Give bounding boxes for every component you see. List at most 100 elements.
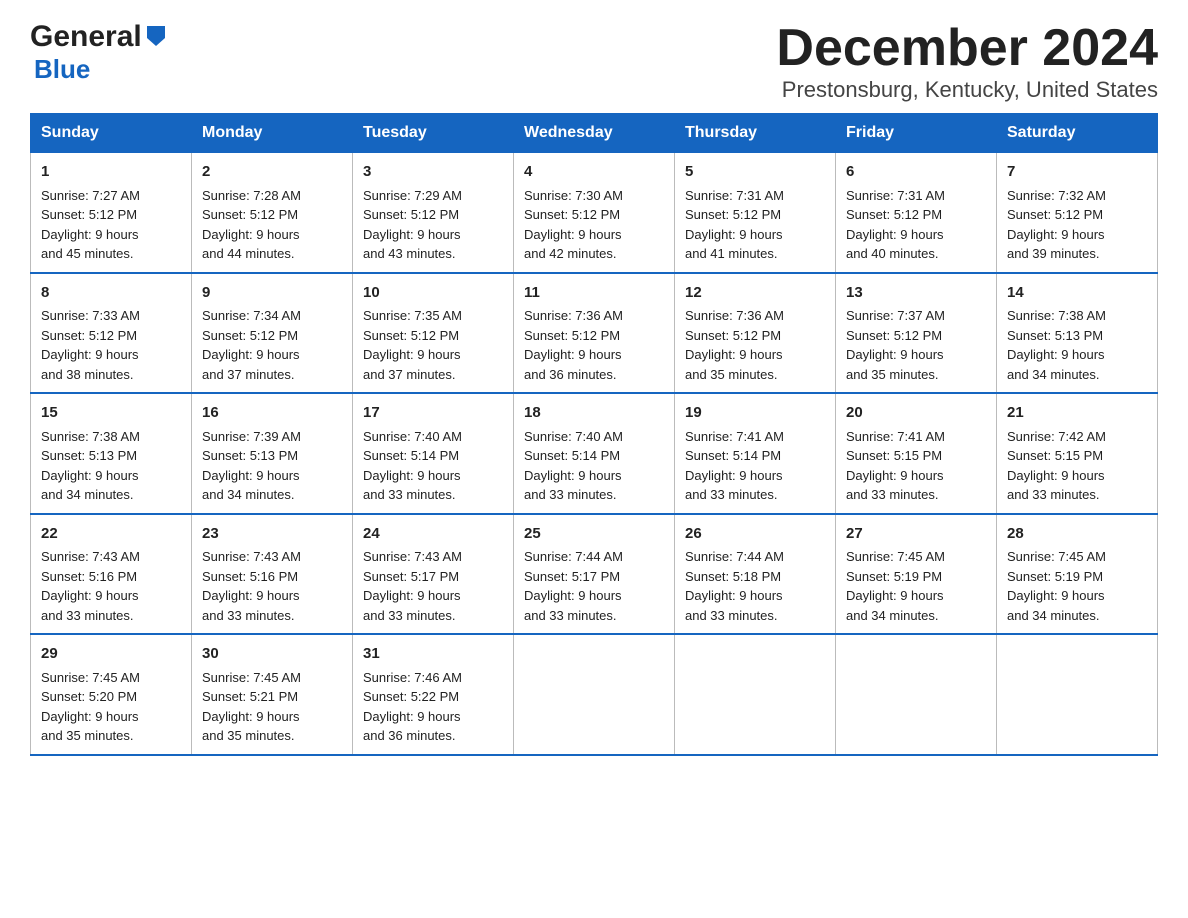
calendar-cell: 31 Sunrise: 7:46 AM Sunset: 5:22 PM Dayl… bbox=[353, 634, 514, 755]
calendar-cell: 6 Sunrise: 7:31 AM Sunset: 5:12 PM Dayli… bbox=[836, 153, 997, 273]
sunrise-text: Sunrise: 7:28 AM bbox=[202, 188, 301, 203]
daylight-text: Daylight: 9 hours bbox=[1007, 588, 1105, 603]
day-number: 30 bbox=[202, 643, 342, 666]
daylight-text: Daylight: 9 hours bbox=[202, 468, 300, 483]
calendar-cell bbox=[836, 634, 997, 755]
daylight-text: Daylight: 9 hours bbox=[524, 347, 622, 362]
day-number: 15 bbox=[41, 402, 181, 425]
sunrise-text: Sunrise: 7:42 AM bbox=[1007, 429, 1106, 444]
daylight-text2: and 42 minutes. bbox=[524, 246, 617, 261]
daylight-text2: and 33 minutes. bbox=[685, 608, 778, 623]
sunrise-text: Sunrise: 7:32 AM bbox=[1007, 188, 1106, 203]
daylight-text: Daylight: 9 hours bbox=[685, 347, 783, 362]
calendar-cell: 9 Sunrise: 7:34 AM Sunset: 5:12 PM Dayli… bbox=[192, 273, 353, 394]
calendar-cell bbox=[997, 634, 1158, 755]
daylight-text2: and 37 minutes. bbox=[363, 367, 456, 382]
weekday-header-sunday: Sunday bbox=[31, 114, 192, 153]
sunrise-text: Sunrise: 7:43 AM bbox=[202, 549, 301, 564]
day-number: 19 bbox=[685, 402, 825, 425]
calendar-cell: 30 Sunrise: 7:45 AM Sunset: 5:21 PM Dayl… bbox=[192, 634, 353, 755]
logo: General Blue bbox=[30, 20, 167, 85]
sunrise-text: Sunrise: 7:27 AM bbox=[41, 188, 140, 203]
calendar-week-row: 22 Sunrise: 7:43 AM Sunset: 5:16 PM Dayl… bbox=[31, 514, 1158, 635]
daylight-text: Daylight: 9 hours bbox=[1007, 227, 1105, 242]
sunset-text: Sunset: 5:17 PM bbox=[363, 569, 459, 584]
sunrise-text: Sunrise: 7:45 AM bbox=[202, 670, 301, 685]
calendar-cell bbox=[675, 634, 836, 755]
calendar-cell: 5 Sunrise: 7:31 AM Sunset: 5:12 PM Dayli… bbox=[675, 153, 836, 273]
calendar-cell: 23 Sunrise: 7:43 AM Sunset: 5:16 PM Dayl… bbox=[192, 514, 353, 635]
sunset-text: Sunset: 5:14 PM bbox=[363, 448, 459, 463]
calendar-header-row: SundayMondayTuesdayWednesdayThursdayFrid… bbox=[31, 114, 1158, 153]
daylight-text: Daylight: 9 hours bbox=[363, 588, 461, 603]
calendar-cell bbox=[514, 634, 675, 755]
sunrise-text: Sunrise: 7:30 AM bbox=[524, 188, 623, 203]
daylight-text: Daylight: 9 hours bbox=[363, 347, 461, 362]
daylight-text: Daylight: 9 hours bbox=[202, 588, 300, 603]
day-number: 17 bbox=[363, 402, 503, 425]
sunset-text: Sunset: 5:13 PM bbox=[41, 448, 137, 463]
weekday-header-thursday: Thursday bbox=[675, 114, 836, 153]
day-number: 24 bbox=[363, 523, 503, 546]
logo-general-text: General bbox=[30, 20, 142, 54]
sunrise-text: Sunrise: 7:45 AM bbox=[41, 670, 140, 685]
calendar-week-row: 8 Sunrise: 7:33 AM Sunset: 5:12 PM Dayli… bbox=[31, 273, 1158, 394]
sunrise-text: Sunrise: 7:31 AM bbox=[846, 188, 945, 203]
sunset-text: Sunset: 5:12 PM bbox=[363, 328, 459, 343]
daylight-text2: and 35 minutes. bbox=[685, 367, 778, 382]
sunrise-text: Sunrise: 7:41 AM bbox=[685, 429, 784, 444]
weekday-header-wednesday: Wednesday bbox=[514, 114, 675, 153]
sunrise-text: Sunrise: 7:35 AM bbox=[363, 308, 462, 323]
sunset-text: Sunset: 5:12 PM bbox=[846, 328, 942, 343]
sunset-text: Sunset: 5:18 PM bbox=[685, 569, 781, 584]
daylight-text: Daylight: 9 hours bbox=[846, 227, 944, 242]
sunset-text: Sunset: 5:14 PM bbox=[524, 448, 620, 463]
page-subtitle: Prestonsburg, Kentucky, United States bbox=[776, 77, 1158, 103]
daylight-text: Daylight: 9 hours bbox=[363, 227, 461, 242]
sunset-text: Sunset: 5:12 PM bbox=[685, 328, 781, 343]
daylight-text2: and 36 minutes. bbox=[524, 367, 617, 382]
day-number: 20 bbox=[846, 402, 986, 425]
daylight-text2: and 33 minutes. bbox=[846, 487, 939, 502]
daylight-text2: and 39 minutes. bbox=[1007, 246, 1100, 261]
calendar-cell: 18 Sunrise: 7:40 AM Sunset: 5:14 PM Dayl… bbox=[514, 393, 675, 514]
sunrise-text: Sunrise: 7:39 AM bbox=[202, 429, 301, 444]
day-number: 9 bbox=[202, 282, 342, 305]
sunrise-text: Sunrise: 7:38 AM bbox=[1007, 308, 1106, 323]
sunset-text: Sunset: 5:12 PM bbox=[524, 328, 620, 343]
daylight-text2: and 41 minutes. bbox=[685, 246, 778, 261]
calendar-cell: 2 Sunrise: 7:28 AM Sunset: 5:12 PM Dayli… bbox=[192, 153, 353, 273]
sunrise-text: Sunrise: 7:45 AM bbox=[846, 549, 945, 564]
daylight-text2: and 34 minutes. bbox=[846, 608, 939, 623]
daylight-text: Daylight: 9 hours bbox=[41, 709, 139, 724]
sunrise-text: Sunrise: 7:44 AM bbox=[524, 549, 623, 564]
daylight-text2: and 43 minutes. bbox=[363, 246, 456, 261]
sunset-text: Sunset: 5:15 PM bbox=[846, 448, 942, 463]
sunrise-text: Sunrise: 7:36 AM bbox=[685, 308, 784, 323]
page-header: General Blue December 2024 Prestonsburg,… bbox=[30, 20, 1158, 103]
sunset-text: Sunset: 5:12 PM bbox=[685, 207, 781, 222]
day-number: 21 bbox=[1007, 402, 1147, 425]
calendar-cell: 1 Sunrise: 7:27 AM Sunset: 5:12 PM Dayli… bbox=[31, 153, 192, 273]
daylight-text2: and 38 minutes. bbox=[41, 367, 134, 382]
daylight-text2: and 35 minutes. bbox=[202, 728, 295, 743]
day-number: 10 bbox=[363, 282, 503, 305]
daylight-text2: and 35 minutes. bbox=[846, 367, 939, 382]
daylight-text2: and 34 minutes. bbox=[202, 487, 295, 502]
calendar-cell: 7 Sunrise: 7:32 AM Sunset: 5:12 PM Dayli… bbox=[997, 153, 1158, 273]
daylight-text: Daylight: 9 hours bbox=[846, 588, 944, 603]
day-number: 14 bbox=[1007, 282, 1147, 305]
logo-arrow-icon bbox=[145, 24, 167, 51]
sunset-text: Sunset: 5:12 PM bbox=[846, 207, 942, 222]
calendar-cell: 10 Sunrise: 7:35 AM Sunset: 5:12 PM Dayl… bbox=[353, 273, 514, 394]
calendar-cell: 26 Sunrise: 7:44 AM Sunset: 5:18 PM Dayl… bbox=[675, 514, 836, 635]
daylight-text2: and 33 minutes. bbox=[363, 487, 456, 502]
day-number: 16 bbox=[202, 402, 342, 425]
sunrise-text: Sunrise: 7:37 AM bbox=[846, 308, 945, 323]
calendar-cell: 20 Sunrise: 7:41 AM Sunset: 5:15 PM Dayl… bbox=[836, 393, 997, 514]
calendar-cell: 8 Sunrise: 7:33 AM Sunset: 5:12 PM Dayli… bbox=[31, 273, 192, 394]
day-number: 31 bbox=[363, 643, 503, 666]
calendar-cell: 24 Sunrise: 7:43 AM Sunset: 5:17 PM Dayl… bbox=[353, 514, 514, 635]
daylight-text2: and 45 minutes. bbox=[41, 246, 134, 261]
calendar-cell: 16 Sunrise: 7:39 AM Sunset: 5:13 PM Dayl… bbox=[192, 393, 353, 514]
